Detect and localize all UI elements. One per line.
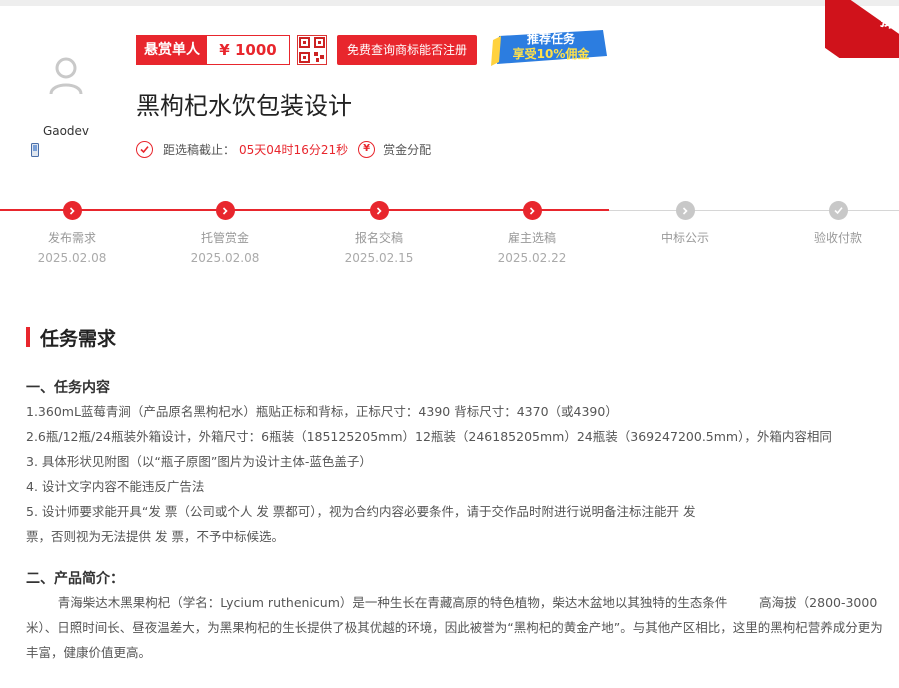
step-date: 2025.02.08 — [190, 251, 260, 265]
yen-icon: ¥ — [358, 140, 376, 158]
step-label: 发布需求 — [47, 231, 96, 245]
deadline-row: 距选稿截止： 05天04时16分21秒 ¥ 赏金分配 — [136, 138, 431, 160]
content-heading-1: 一、任务内容 — [26, 380, 110, 396]
step-submit: 报名交稿 2025.02.15 — [319, 201, 439, 265]
step-label: 雇主选稿 — [507, 231, 556, 245]
qr-code-icon[interactable] — [297, 35, 327, 65]
step-label: 报名交稿 — [354, 231, 403, 245]
step-done-icon — [828, 201, 848, 220]
avatar-icon — [49, 57, 83, 95]
step-active-icon — [522, 201, 542, 220]
reward-box: 悬赏单人 ¥ 1000 — [136, 35, 290, 65]
step-label: 中标公示 — [660, 231, 709, 245]
step-select: 雇主选稿 2025.02.22 — [472, 201, 592, 265]
content-line: 5. 设计师要求能开具“发 票（公司或个人 发 票都可），视为合约内容必要条件，… — [26, 504, 696, 519]
step-date: 2025.02.15 — [344, 251, 414, 265]
step-label: 验收付款 — [813, 231, 862, 245]
task-description: 一、任务内容 1.360mL蓝莓青涧（产品原名黑枸杞水）瓶贴正标和背标，正标尺寸… — [26, 377, 886, 665]
promo-line1: 推荐任务 — [527, 31, 576, 46]
step-accept: 验收付款 — [778, 201, 898, 251]
task-title: 黑枸杞水饮包装设计 — [136, 92, 352, 120]
username[interactable]: Gaodev — [30, 124, 102, 138]
deadline-countdown: 05天04时16分21秒 — [239, 142, 349, 157]
promo-line2: 享受10%佣金 — [513, 46, 591, 61]
reward-type-label: 悬赏单人 — [137, 36, 207, 64]
content-line: 4. 设计文字内容不能违反广告法 — [26, 479, 205, 494]
reward-split-link[interactable]: 赏金分配 — [383, 141, 431, 158]
step-inactive-icon — [675, 201, 695, 220]
product-intro: 青海柴达木黑果枸杞（学名：Lycium ruthenicum）是一种生长在青藏高… — [26, 595, 883, 660]
step-label: 托管赏金 — [200, 231, 249, 245]
content-line: 2.6瓶/12瓶/24瓶装外箱设计，外箱尺寸：6瓶装（185125205mm）1… — [26, 429, 832, 444]
section-marker — [26, 327, 30, 347]
content-line: 3. 具体形状见附图（以“瓶子原图”图片为设计主体-蓝色盖子） — [26, 454, 372, 469]
step-active-icon — [369, 201, 389, 220]
corner-ribbon[interactable]: 探 — [825, 0, 899, 58]
content-heading-2: 二、产品简介： — [26, 571, 124, 587]
step-announce: 中标公示 — [625, 201, 745, 251]
step-date: 2025.02.08 — [37, 251, 107, 265]
reward-amount: ¥ 1000 — [219, 41, 277, 59]
step-active-icon — [215, 201, 235, 220]
step-active-icon — [62, 201, 82, 220]
step-date: 2025.02.22 — [497, 251, 567, 265]
content-line: 票，否则视为无法提供 发 票，不予中标候选。 — [26, 529, 284, 544]
step-publish: 发布需求 2025.02.08 — [12, 201, 132, 265]
deadline-label: 距选稿截止： — [163, 142, 236, 157]
promo-banner[interactable]: 推荐任务 享受10%佣金 — [491, 26, 611, 68]
phone-icon — [31, 143, 39, 157]
section-title: 任务需求 — [40, 328, 117, 350]
ribbon-text: 探 — [878, 10, 899, 33]
trademark-check-button[interactable]: 免费查询商标能否注册 — [337, 35, 478, 65]
content-line: 1.360mL蓝莓青涧（产品原名黑枸杞水）瓶贴正标和背标，正标尺寸：4390 背… — [26, 404, 618, 419]
step-escrow: 托管赏金 2025.02.08 — [165, 201, 285, 265]
top-bar — [0, 0, 899, 6]
check-circle-icon — [136, 140, 153, 158]
